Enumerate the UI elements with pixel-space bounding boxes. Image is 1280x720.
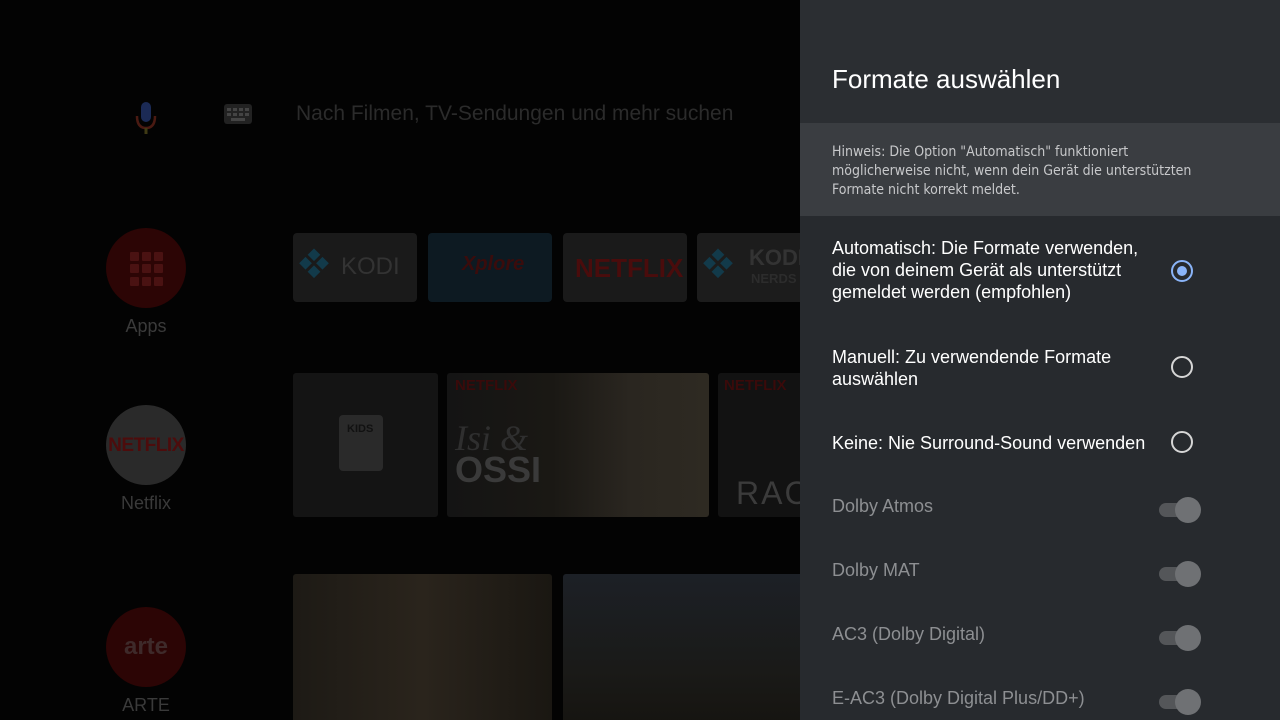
microphone-icon[interactable]	[134, 100, 158, 136]
format-toggle[interactable]	[1157, 496, 1201, 523]
content-card-isi-ossi[interactable]: NETFLIX Isi & OSSI	[447, 373, 709, 517]
format-label: E-AC3 (Dolby Digital Plus/DD+)	[832, 688, 1085, 708]
format-label: AC3 (Dolby Digital)	[832, 624, 986, 644]
hint-text: Hinweis: Die Option "Automatisch" funkti…	[832, 144, 1192, 198]
format-dolby-mat[interactable]: Dolby MAT	[832, 556, 1252, 587]
rail-item-netflix[interactable]: NETFLIX Netflix	[106, 405, 186, 514]
content-card-kids[interactable]: KIDS	[293, 373, 438, 517]
rail-item-arte[interactable]: arte ARTE	[106, 607, 186, 716]
app-tile-kodi-nerds[interactable]: KODI NERDS	[697, 233, 800, 302]
rail-label-apps: Apps	[125, 316, 167, 336]
formats-settings-panel: Formate auswählen Hinweis: Die Option "A…	[800, 0, 1280, 720]
format-ac3[interactable]: AC3 (Dolby Digital)	[832, 620, 1252, 651]
hint-box: Hinweis: Die Option "Automatisch" funkti…	[800, 123, 1280, 216]
option-manual[interactable]: Manuell: Zu verwendende Formate auswähle…	[832, 346, 1252, 390]
search-placeholder[interactable]: Nach Filmen, TV-Sendungen und mehr suche…	[296, 102, 733, 126]
format-toggle[interactable]	[1157, 624, 1201, 651]
arte-logo: arte	[106, 607, 186, 687]
panel-title: Formate auswählen	[832, 64, 1061, 94]
keyboard-icon[interactable]	[224, 104, 252, 124]
app-tile-kodi[interactable]: KODI	[293, 233, 417, 302]
format-label: Dolby Atmos	[832, 496, 934, 516]
netflix-logo: NETFLIX	[106, 405, 186, 485]
format-toggle[interactable]	[1157, 688, 1201, 715]
format-dolby-atmos[interactable]: Dolby Atmos	[832, 492, 1252, 523]
kodi-icon	[702, 248, 733, 279]
rail-label-netflix: Netflix	[120, 493, 171, 513]
option-manual-label: Manuell: Zu verwendende Formate auswähle…	[832, 347, 1112, 389]
option-none[interactable]: Keine: Nie Surround-Sound verwenden	[832, 431, 1252, 455]
format-e-ac3[interactable]: E-AC3 (Dolby Digital Plus/DD+)	[832, 684, 1252, 715]
radio-none[interactable]	[1171, 431, 1193, 453]
rail-label-arte: ARTE	[122, 695, 170, 715]
rail-item-apps[interactable]: Apps	[106, 228, 186, 337]
apps-icon	[106, 228, 186, 308]
content-card-partial[interactable]: NETFLIX RAC	[718, 373, 800, 517]
app-tile-netflix[interactable]: NETFLIX	[563, 233, 687, 302]
format-toggle[interactable]	[1157, 560, 1201, 587]
radio-automatic[interactable]	[1171, 260, 1193, 282]
option-automatic-label: Automatisch: Die Formate verwenden, die …	[832, 238, 1139, 302]
option-none-label: Keine: Nie Surround-Sound verwenden	[832, 433, 1146, 453]
panel-header: Formate auswählen	[800, 0, 1280, 123]
radio-manual[interactable]	[1171, 356, 1193, 378]
content-card-arte-2[interactable]	[563, 574, 800, 720]
home-screen-background: Nach Filmen, TV-Sendungen und mehr suche…	[0, 0, 800, 720]
kodi-icon	[298, 248, 329, 279]
app-tile-xplore[interactable]: Xplore	[428, 233, 552, 302]
search-bar: Nach Filmen, TV-Sendungen und mehr suche…	[0, 90, 800, 140]
content-card-arte-1[interactable]	[293, 574, 552, 720]
option-automatic[interactable]: Automatisch: Die Formate verwenden, die …	[832, 237, 1252, 303]
format-label: Dolby MAT	[832, 560, 920, 580]
